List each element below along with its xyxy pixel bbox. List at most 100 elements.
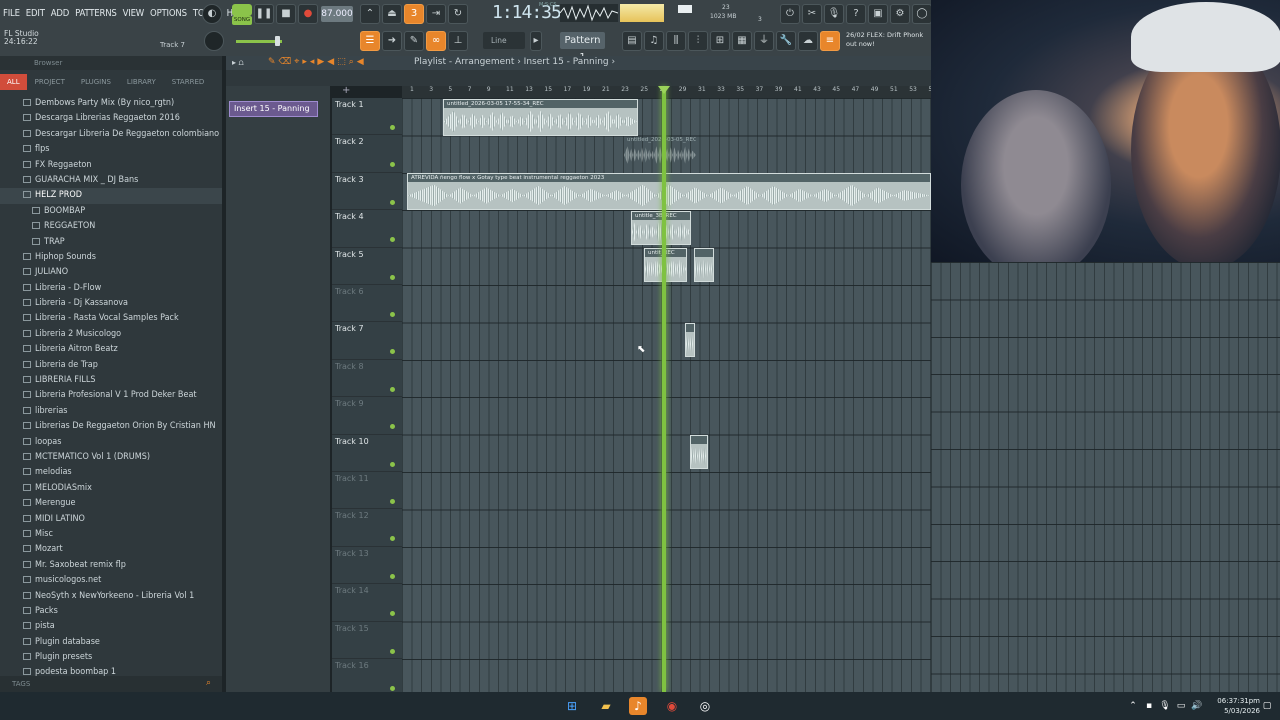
step-edit-icon[interactable]: ⇥ xyxy=(426,4,446,24)
browser-tab-library[interactable]: LIBRARY xyxy=(119,74,164,90)
browser-folder-item[interactable]: Dembows Party Mix (By nico_rgtn) xyxy=(0,96,222,111)
track-header[interactable]: Track 1 xyxy=(332,98,402,136)
song-mode-toggle[interactable]: SONG xyxy=(232,16,252,25)
browser-tab-project[interactable]: PROJECT xyxy=(27,74,73,90)
track-mute-led[interactable] xyxy=(390,424,395,430)
add-track-icon[interactable]: + xyxy=(342,85,350,96)
browser-folder-item[interactable]: JULIANO xyxy=(0,265,222,280)
pattern-prev-icon[interactable]: ▸ xyxy=(530,31,542,51)
pencil-icon[interactable]: ✎ xyxy=(404,31,424,51)
browser-folder-item[interactable]: Merengue xyxy=(0,496,222,511)
menu-view[interactable]: VIEW xyxy=(120,4,147,24)
channel-rack-icon[interactable]: ▤ xyxy=(622,31,642,51)
audio-clip[interactable]: ATREVIDA ñengo flow x Gotay type beat in… xyxy=(407,173,931,210)
plug-icon[interactable]: ⏚ xyxy=(754,31,774,51)
stop-button[interactable]: ■ xyxy=(276,4,296,24)
track-header[interactable]: Track 9 xyxy=(332,397,402,435)
start-icon[interactable]: ⊞ xyxy=(563,697,581,715)
browser-folder-item[interactable]: Misc xyxy=(0,527,222,542)
browser-folder-item[interactable]: Libreria 2 Musicologo xyxy=(0,327,222,342)
audio-clip[interactable] xyxy=(685,323,695,357)
track-mute-led[interactable] xyxy=(390,461,395,467)
file-explorer-icon[interactable]: ▰ xyxy=(597,697,615,715)
cut-icon[interactable]: ✂ xyxy=(802,4,822,24)
browser-folder-item[interactable]: Libreria - Rasta Vocal Samples Pack xyxy=(0,311,222,326)
track-header[interactable]: Track 2 xyxy=(332,135,402,173)
master-volume-knob[interactable] xyxy=(204,31,224,51)
track-mute-led[interactable] xyxy=(390,611,395,617)
fl-studio-icon[interactable]: ♪ xyxy=(629,697,647,715)
browser-folder-item[interactable]: LIBRERIA FILLS xyxy=(0,373,222,388)
browser-tab-plugins[interactable]: PLUGINS xyxy=(73,74,119,90)
audio-clip[interactable]: untitle_3B_REC xyxy=(631,211,691,245)
cloud-icon[interactable]: ☁ xyxy=(798,31,818,51)
browser-folder-item[interactable]: Libreria Profesional V 1 Prod Deker Beat xyxy=(0,388,222,403)
insert-label[interactable]: Insert 15 - Panning xyxy=(229,101,318,117)
microphone-icon[interactable]: 🎙 xyxy=(824,4,844,24)
save-icon[interactable]: ▣ xyxy=(868,4,888,24)
browser-folder-item[interactable]: GUARACHA MIX _ DJ Bans xyxy=(0,173,222,188)
browser-folder-item[interactable]: TRAP xyxy=(0,235,222,250)
browser-folder-item[interactable]: musicologos.net xyxy=(0,573,222,588)
app-icon[interactable]: ◎ xyxy=(696,697,714,715)
browser-folder-item[interactable]: Librerias De Reggaeton Orion By Cristian… xyxy=(0,419,222,434)
track-mute-led[interactable] xyxy=(390,499,395,504)
browser-folder-item[interactable]: Mr. Saxobeat remix flp xyxy=(0,558,222,573)
browser-folder-item[interactable]: Libreria - D-Flow xyxy=(0,281,222,296)
snap-selector[interactable]: Line xyxy=(483,32,525,49)
track-header[interactable]: Track 10 xyxy=(332,435,402,472)
audio-clip[interactable]: untitled_2026-03-05 17-55-34_REC xyxy=(443,99,638,136)
pat-song-switch[interactable] xyxy=(232,4,252,16)
track-mute-led[interactable] xyxy=(390,648,395,654)
hint-panel-icon[interactable]: ◐ xyxy=(202,4,222,24)
playlist-grid-extension[interactable] xyxy=(931,262,1280,692)
browser-tab-all[interactable]: ALL xyxy=(0,74,27,90)
wrench-icon[interactable]: 🔧 xyxy=(776,31,796,51)
audio-clip[interactable]: untitled_2026-03-05_REC xyxy=(624,136,696,166)
countdown-icon[interactable]: 3 xyxy=(404,4,424,24)
track-header[interactable]: Track 7 xyxy=(332,322,402,360)
news-icon[interactable]: ≡ xyxy=(820,31,840,51)
browser-folder-item[interactable]: loopas xyxy=(0,435,222,450)
stamp-icon[interactable]: ⊥ xyxy=(448,31,468,51)
browser-folder-item[interactable]: Libreria de Trap xyxy=(0,358,222,373)
audio-clip[interactable] xyxy=(690,435,708,469)
track-mute-led[interactable] xyxy=(390,312,395,317)
track-mute-led[interactable] xyxy=(390,274,395,280)
piano-roll-icon[interactable]: ♫ xyxy=(644,31,664,51)
track-header[interactable]: Track 13 xyxy=(332,547,402,585)
track-header[interactable]: Track 4 xyxy=(332,210,402,248)
tempo-display[interactable]: 87.000 xyxy=(321,6,353,22)
tray-volume-icon[interactable]: 🔊 xyxy=(1188,697,1206,715)
track-mute-led[interactable] xyxy=(390,162,395,168)
browser-folder-item[interactable]: Libreria - Dj Kassanova xyxy=(0,296,222,311)
browser-folder-item[interactable]: Plugin presets xyxy=(0,650,222,665)
chat-icon[interactable]: ◯ xyxy=(912,4,932,24)
playhead[interactable] xyxy=(662,86,666,692)
menu-edit[interactable]: EDIT xyxy=(23,4,48,24)
metronome-icon[interactable]: ⌃ xyxy=(360,4,380,24)
magnet-icon[interactable]: ∞ xyxy=(426,31,446,51)
browser-folder-item[interactable]: Libreria Aitron Beatz xyxy=(0,342,222,357)
browser-folder-item[interactable]: flps xyxy=(0,142,222,157)
track-header[interactable]: Track 8 xyxy=(332,360,402,398)
browser-folder-item[interactable]: Packs xyxy=(0,604,222,619)
menu-patterns[interactable]: PATTERNS xyxy=(72,4,119,24)
browser-folder-item[interactable]: Plugin database xyxy=(0,635,222,650)
browser-folder-item[interactable]: Descargar Libreria De Reggaeton colombia… xyxy=(0,127,222,142)
playlist-icon[interactable]: ☰ xyxy=(360,31,380,51)
power-icon[interactable]: ⏻ xyxy=(780,4,800,24)
browser-folder-item[interactable]: FX Reggaeton xyxy=(0,158,222,173)
browser-folder-item[interactable]: MELODIASmix xyxy=(0,481,222,496)
browser-folder-item[interactable]: pista xyxy=(0,619,222,634)
track-mute-led[interactable] xyxy=(390,686,395,691)
browser-folder-item[interactable]: BOOMBAP xyxy=(0,204,222,219)
track-header[interactable]: Track 12 xyxy=(332,509,402,547)
track-mute-led[interactable] xyxy=(390,199,395,205)
pattern-selector[interactable]: Pattern 1 xyxy=(560,32,605,63)
notification-icon[interactable]: ▢ xyxy=(1258,697,1276,715)
loop-record-icon[interactable]: ↻ xyxy=(448,4,468,24)
system-clock[interactable]: 06:37:31pm 5/03/2026 xyxy=(1217,696,1260,716)
browser-folder-item[interactable]: MIDI LATINO xyxy=(0,512,222,527)
track-header[interactable]: Track 14 xyxy=(332,584,402,622)
